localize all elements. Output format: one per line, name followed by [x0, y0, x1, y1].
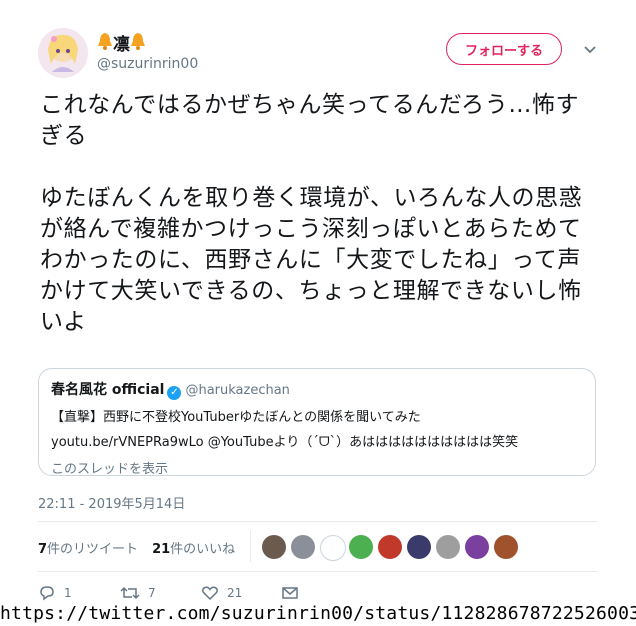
liker-avatar[interactable]: [494, 535, 518, 559]
divider: [38, 571, 598, 572]
quoted-tweet[interactable]: 春名風花 official ✓ @harukazechan 【直撃】西野に不登校Yo…: [38, 368, 596, 477]
avatar[interactable]: [38, 28, 88, 78]
retweet-stat[interactable]: 7件のリツイート: [38, 542, 138, 557]
quoted-text-line: 【直撃】西野に不登校YouTuberゆたぼんとの関係を聞いてみた: [51, 410, 421, 425]
envelope-icon: [282, 587, 298, 599]
like-stat-label: 件のいいね: [170, 542, 236, 557]
direct-message-button[interactable]: [281, 583, 307, 603]
status-url: https://twitter.com/suzurinrin00/status/…: [0, 602, 636, 626]
follow-button[interactable]: フォローする: [446, 33, 562, 65]
like-count: 21: [227, 586, 243, 600]
reply-button[interactable]: 1: [38, 583, 72, 603]
tweet-header: 凛 @suzurinrin00 フォローする: [38, 28, 608, 80]
retweet-button[interactable]: 7: [120, 583, 156, 603]
retweet-count: 7: [148, 586, 156, 600]
quoted-author: 春名風花 official: [51, 382, 165, 398]
like-button[interactable]: 21: [201, 583, 242, 603]
quoted-handle: @harukazechan: [185, 383, 290, 398]
retweet-icon: [120, 586, 140, 600]
like-stat[interactable]: 21件のいいね: [152, 542, 235, 557]
liker-avatar[interactable]: [349, 535, 373, 559]
show-thread-link[interactable]: このスレッドを表示: [51, 458, 583, 477]
liker-avatar[interactable]: [465, 535, 489, 559]
retweet-stat-label: 件のリツイート: [47, 542, 139, 557]
display-name[interactable]: 凛: [97, 30, 146, 55]
liker-avatar[interactable]: [291, 535, 315, 559]
heart-icon: [202, 586, 218, 601]
user-handle[interactable]: @suzurinrin00: [97, 56, 198, 72]
reply-icon: [40, 586, 54, 601]
tweet-paragraph: ゆたぼんくんを取り巻く環境が、いろんな人の思惑が絡んで複雑かつけっこう深刻っぽい…: [40, 185, 583, 335]
bell-emoji-icon: [130, 32, 146, 54]
bell-emoji-icon: [97, 32, 113, 54]
display-name-text: 凛: [113, 35, 130, 55]
divider: [38, 521, 598, 522]
liker-avatar[interactable]: [320, 535, 346, 561]
reply-count: 1: [64, 586, 72, 600]
liker-avatar[interactable]: [407, 535, 431, 559]
quoted-text-line: youtu.be/rVNEPRa9wLo @YouTubeより（´ᗜ`）あははは…: [51, 435, 519, 450]
retweet-stat-count: 7: [38, 542, 48, 557]
verified-badge-icon: ✓: [167, 386, 182, 400]
tweet-text: これなんではるかぜちゃん笑ってるんだろう…怖すぎる ゆたぼんくんを取り巻く環境が…: [40, 90, 600, 338]
chevron-down-icon[interactable]: [581, 40, 599, 58]
tweet-timestamp[interactable]: 22:11 - 2019年5月14日: [38, 493, 185, 512]
tweet-stats: 7件のリツイート 21件のいいね: [38, 538, 235, 557]
tweet-actions: 1 7 21: [38, 583, 338, 603]
tweet-paragraph: これなんではるかぜちゃん笑ってるんだろう…怖すぎる: [40, 92, 580, 149]
liker-avatar[interactable]: [436, 535, 460, 559]
like-stat-count: 21: [152, 542, 171, 557]
divider: [250, 530, 251, 562]
liker-avatar[interactable]: [262, 535, 286, 559]
liker-avatar[interactable]: [378, 535, 402, 559]
